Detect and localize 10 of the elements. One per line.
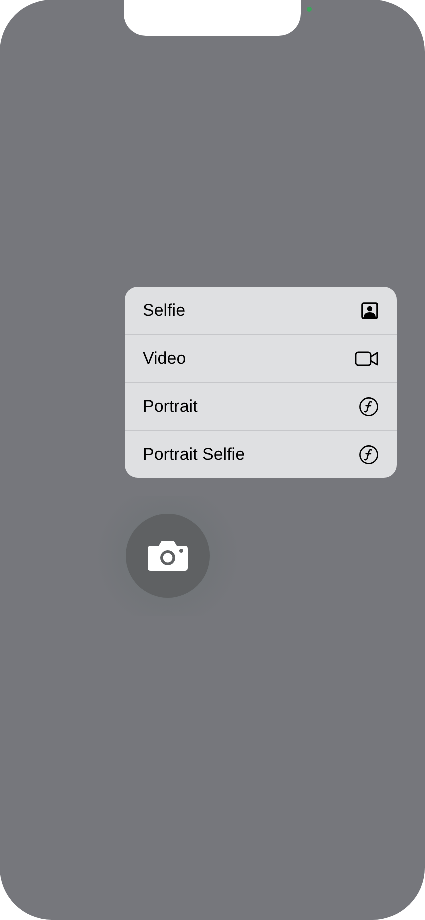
person-portrait-icon [361, 302, 379, 320]
menu-item[interactable]: Video [125, 334, 397, 382]
camera-icon [147, 540, 189, 572]
aperture-f-icon [359, 396, 379, 416]
menu-item[interactable]: Selfie [125, 287, 397, 334]
camera-indicator-icon [307, 7, 312, 12]
video-camera-icon [355, 350, 379, 366]
menu-item[interactable]: Portrait [125, 382, 397, 430]
menu-item[interactable]: Portrait Selfie [125, 430, 397, 478]
aperture-f-icon [359, 444, 379, 464]
